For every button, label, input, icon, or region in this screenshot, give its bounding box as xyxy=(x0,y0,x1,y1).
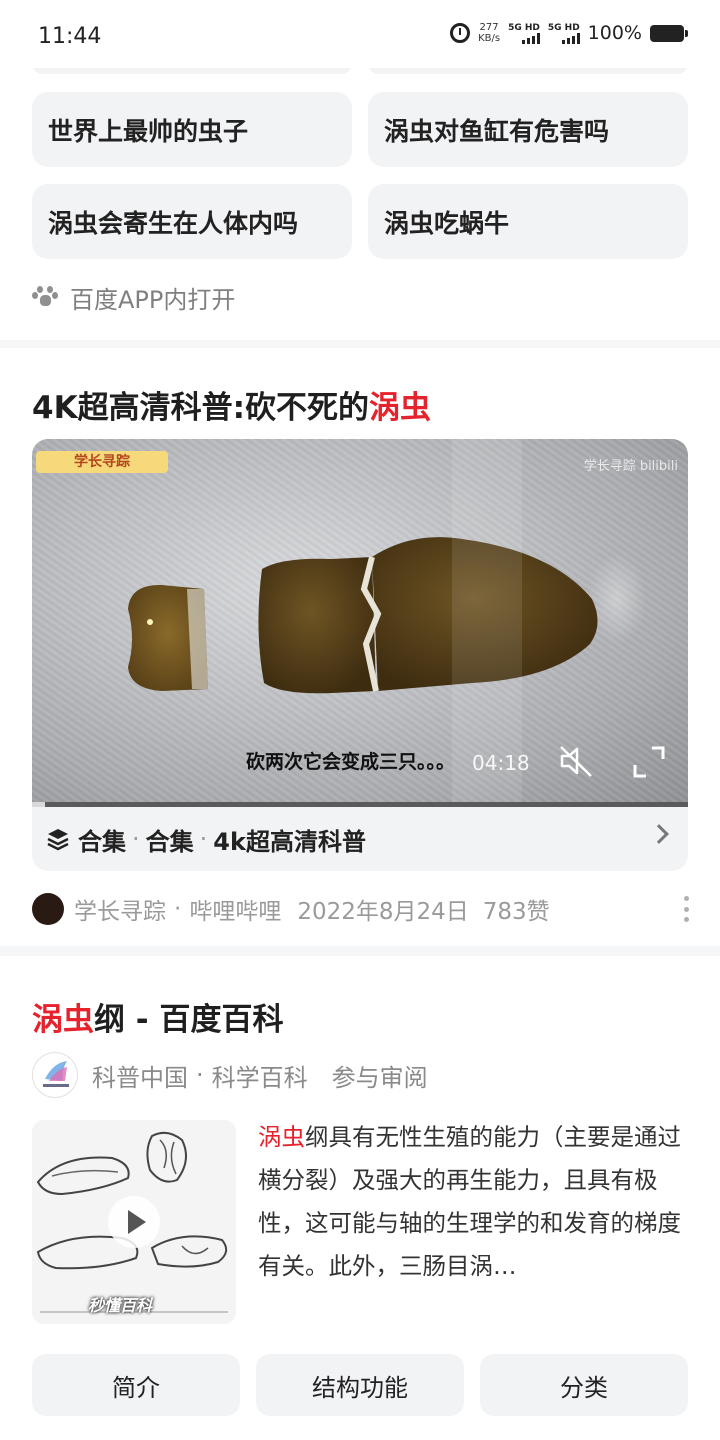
clock: 11:44 xyxy=(38,24,102,49)
layers-icon xyxy=(47,829,69,851)
video-subtitle: 砍两次它会变成三只。。。 xyxy=(246,751,456,773)
collection-link[interactable]: 合集 · 合集 · 4k超高清科普 xyxy=(32,807,688,871)
related-chip[interactable]: 涡虫会寄生在人体内吗 xyxy=(32,184,352,259)
chevron-right-icon xyxy=(649,824,669,844)
baidu-paw-icon xyxy=(32,285,58,310)
bilibili-watermark: 学长寻踪 bilibili xyxy=(583,459,678,474)
uploader-tag: 学长寻踪 xyxy=(36,451,168,473)
chip-partial[interactable] xyxy=(368,68,688,74)
video-duration: 04:18 xyxy=(472,751,530,775)
battery-percent: 100% xyxy=(587,22,642,44)
result-meta: 学长寻踪 · 哔哩哔哩 2022年8月24日 783赞 xyxy=(32,892,550,926)
tab-classification[interactable]: 分类 xyxy=(480,1354,688,1416)
fullscreen-icon[interactable] xyxy=(632,745,666,779)
signal-sim1-icon: 5G HD xyxy=(508,23,540,44)
related-chip[interactable]: 涡虫吃蜗牛 xyxy=(368,184,688,259)
alarm-icon xyxy=(450,23,471,43)
tab-intro[interactable]: 简介 xyxy=(32,1354,240,1416)
result-description[interactable]: 涡虫纲具有无性生殖的能力（主要是通过横分裂）及强大的再生能力，且具有极性，这可能… xyxy=(258,1116,688,1288)
related-chip[interactable]: 涡虫对鱼缸有危害吗 xyxy=(368,92,688,167)
tab-structure-function[interactable]: 结构功能 xyxy=(256,1354,464,1416)
network-speed: 277 KB/s xyxy=(478,22,501,44)
video-result-card: 4K超高清科普:砍不死的涡虫 学长寻踪 学长寻踪 bilibili 砍两次它会变… xyxy=(0,348,720,946)
result-title[interactable]: 涡虫纲 - 百度百科 xyxy=(32,994,283,1039)
avatar[interactable] xyxy=(32,893,64,925)
open-in-app-label: 百度APP内打开 xyxy=(70,286,236,314)
source-sub: 科学百科 xyxy=(211,1063,308,1092)
review-link[interactable]: 参与审阅 xyxy=(332,1058,428,1093)
baike-result-card: 涡虫纲 - 百度百科 科普中国 · 科学百科 参与审阅 秒懂百科 涡虫纲具有无性… xyxy=(0,956,720,1440)
battery-icon xyxy=(650,24,688,42)
mute-icon[interactable] xyxy=(558,743,594,779)
like-count: 783赞 xyxy=(482,899,550,925)
play-icon[interactable] xyxy=(108,1196,160,1248)
signal-sim2-icon: 5G HD xyxy=(548,23,580,44)
kepu-china-logo xyxy=(32,1052,78,1098)
platform-name: 哔哩哔哩 xyxy=(189,899,282,925)
author-name[interactable]: 学长寻踪 xyxy=(74,892,166,926)
open-in-app-link[interactable]: 百度APP内打开 xyxy=(32,280,235,315)
source-name[interactable]: 科普中国 xyxy=(92,1058,188,1093)
status-bar: 11:44 277 KB/s 5G HD 5G HD 100% xyxy=(0,0,720,68)
related-searches-card: 世界上最帅的虫子 涡虫对鱼缸有危害吗 涡虫会寄生在人体内吗 涡虫吃蜗牛 百度AP… xyxy=(0,68,720,340)
chip-partial[interactable] xyxy=(32,68,352,74)
baike-section-tabs: 简介 结构功能 分类 xyxy=(32,1354,688,1416)
baike-video-thumbnail[interactable]: 秒懂百科 xyxy=(32,1120,236,1324)
publish-date: 2022年8月24日 xyxy=(297,899,469,925)
video-player[interactable]: 学长寻踪 学长寻踪 bilibili 砍两次它会变成三只。。。 04:18 xyxy=(32,439,688,807)
thumbnail-brand: 秒懂百科 xyxy=(88,1296,153,1315)
source-line: 科普中国 · 科学百科 参与审阅 xyxy=(32,1052,428,1098)
related-chip[interactable]: 世界上最帅的虫子 xyxy=(32,92,352,167)
more-options-icon[interactable] xyxy=(684,896,690,922)
result-title[interactable]: 4K超高清科普:砍不死的涡虫 xyxy=(32,382,431,427)
